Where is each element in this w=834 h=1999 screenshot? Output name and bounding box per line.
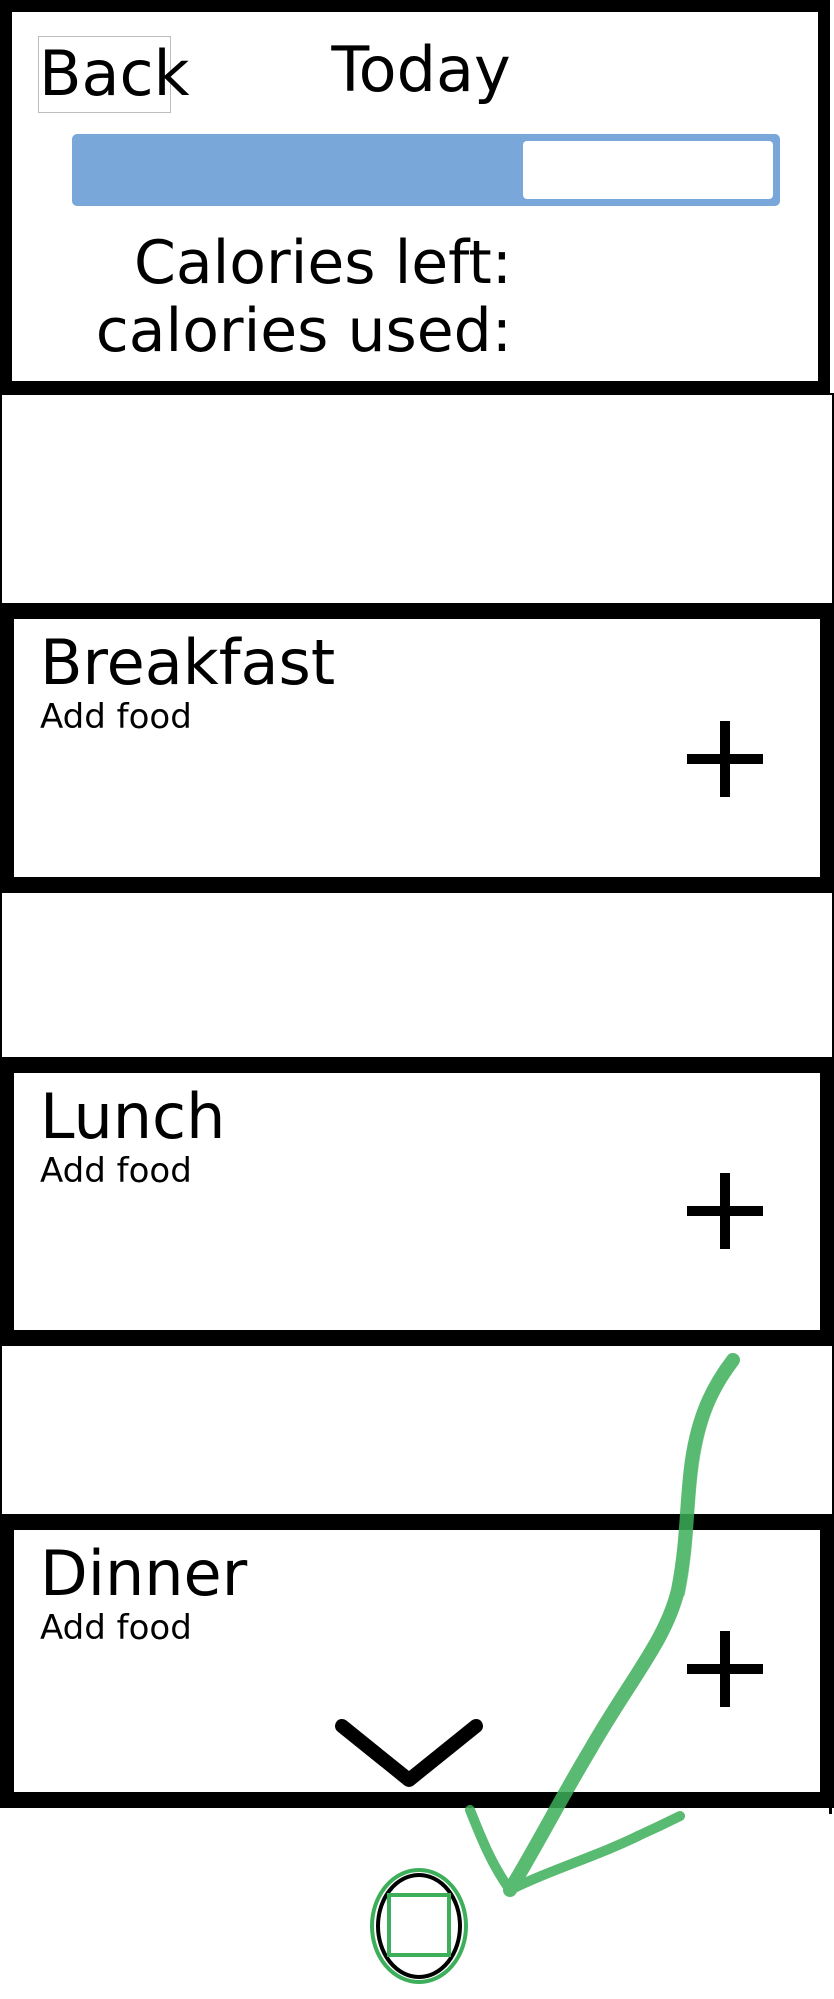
divider-edge	[829, 1800, 832, 1814]
add-food-link[interactable]: Add food	[40, 1151, 192, 1191]
header-panel: Back Today Calories left: calories used:	[0, 0, 830, 393]
plus-icon[interactable]	[687, 1173, 763, 1249]
bottom-divider	[0, 1804, 834, 1808]
home-button-icon[interactable]	[367, 1865, 471, 1987]
add-food-link[interactable]: Add food	[40, 697, 192, 737]
plus-icon[interactable]	[687, 1631, 763, 1707]
spacer	[0, 1344, 834, 1516]
meal-card-breakfast[interactable]: Breakfast Add food	[0, 605, 834, 891]
spacer	[0, 891, 834, 1059]
chevron-down-icon[interactable]	[328, 1714, 490, 1794]
spacer	[0, 393, 834, 605]
progress-remaining	[523, 141, 773, 199]
calorie-progress-bar	[72, 134, 780, 206]
calories-left-label: Calories left:	[133, 228, 512, 298]
page-title: Today	[331, 33, 511, 106]
meal-title: Breakfast	[40, 626, 336, 699]
calories-used-label: calories used:	[95, 296, 512, 366]
plus-icon[interactable]	[687, 721, 763, 797]
meal-title: Dinner	[40, 1537, 248, 1610]
meal-title: Lunch	[40, 1080, 226, 1153]
add-food-link[interactable]: Add food	[40, 1608, 192, 1648]
meal-card-lunch[interactable]: Lunch Add food	[0, 1059, 834, 1344]
progress-fill	[79, 141, 524, 199]
